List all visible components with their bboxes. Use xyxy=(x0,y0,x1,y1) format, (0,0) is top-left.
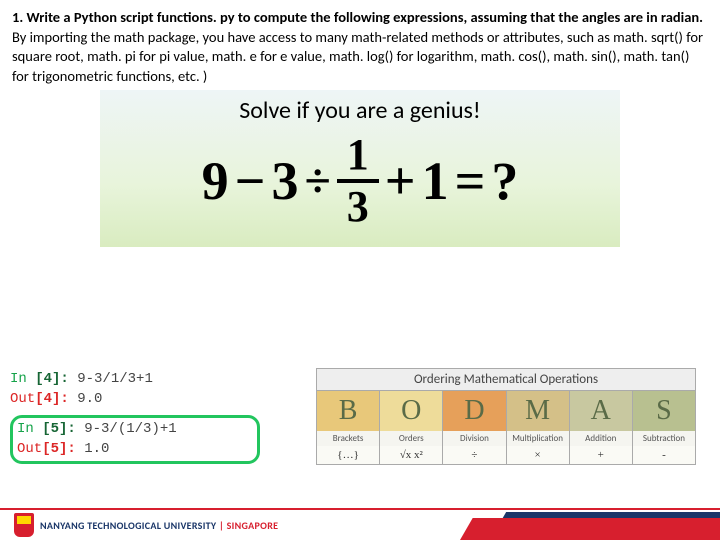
sym-brackets: {…} xyxy=(317,446,380,464)
code-line-1: In [4]: 9-3/1/3+1 xyxy=(10,370,260,390)
eq-numerator: 1 xyxy=(337,133,379,183)
code-line-4: Out[5]: 1.0 xyxy=(17,440,177,460)
genius-panel: Solve if you are a genius! 9 − 3 ÷ 1 3 +… xyxy=(100,90,620,247)
bodmas-table: Ordering Mathematical Operations B O D M… xyxy=(316,368,696,465)
eq-question: ? xyxy=(491,150,518,212)
bodmas-d: D xyxy=(443,391,506,431)
bodmas-words-row: Brackets Orders Division Multiplication … xyxy=(317,431,695,446)
eq-fraction: 1 3 xyxy=(337,133,379,229)
eq-denominator: 3 xyxy=(347,183,369,229)
eq-minus: − xyxy=(235,150,266,212)
bodmas-symbols-row: {…} √x x² ÷ × + - xyxy=(317,446,695,464)
bodmas-m: M xyxy=(507,391,570,431)
footer-stripe-red xyxy=(460,518,720,540)
bodmas-s: S xyxy=(633,391,695,431)
genius-title: Solve if you are a genius! xyxy=(100,96,620,125)
question-bold: 1. Write a Python script functions. py t… xyxy=(12,8,703,26)
sym-multiplication: × xyxy=(507,446,570,464)
bodmas-a: A xyxy=(570,391,633,431)
logo-text: NANYANG TECHNOLOGICAL UNIVERSITY | SINGA… xyxy=(40,519,278,532)
logo-crest-icon xyxy=(14,513,34,537)
footer: NANYANG TECHNOLOGICAL UNIVERSITY | SINGA… xyxy=(0,508,720,540)
sym-addition: + xyxy=(570,446,633,464)
question-text: 1. Write a Python script functions. py t… xyxy=(0,0,720,90)
bodmas-o: O xyxy=(380,391,443,431)
word-division: Division xyxy=(443,431,506,446)
word-subtraction: Subtraction xyxy=(633,431,695,446)
sym-subtraction: - xyxy=(633,446,695,464)
eq-9: 9 xyxy=(202,150,229,212)
bodmas-letters-row: B O D M A S xyxy=(317,391,695,431)
code-line-3: In [5]: 9-3/(1/3)+1 xyxy=(17,420,177,440)
bodmas-title: Ordering Mathematical Operations xyxy=(317,369,695,391)
bodmas-b: B xyxy=(317,391,380,431)
sym-orders: √x x² xyxy=(380,446,443,464)
eq-equals: = xyxy=(455,150,486,212)
word-multiplication: Multiplication xyxy=(507,431,570,446)
word-brackets: Brackets xyxy=(317,431,380,446)
word-addition: Addition xyxy=(570,431,633,446)
code-line-2: Out[4]: 9.0 xyxy=(10,390,260,410)
university-logo: NANYANG TECHNOLOGICAL UNIVERSITY | SINGA… xyxy=(14,513,278,537)
eq-divide: ÷ xyxy=(304,154,330,209)
equation: 9 − 3 ÷ 1 3 + 1 = ? xyxy=(202,133,519,229)
eq-3: 3 xyxy=(271,150,298,212)
question-rest: By importing the math package, you have … xyxy=(12,28,703,85)
eq-plus: + xyxy=(385,150,416,212)
word-orders: Orders xyxy=(380,431,443,446)
sym-division: ÷ xyxy=(443,446,506,464)
code-output: In [4]: 9-3/1/3+1 Out[4]: 9.0 In [5]: 9-… xyxy=(10,370,260,464)
logo-divider: | xyxy=(219,519,224,532)
eq-1: 1 xyxy=(422,150,449,212)
highlighted-code: In [5]: 9-3/(1/3)+1 Out[5]: 1.0 xyxy=(10,415,260,464)
